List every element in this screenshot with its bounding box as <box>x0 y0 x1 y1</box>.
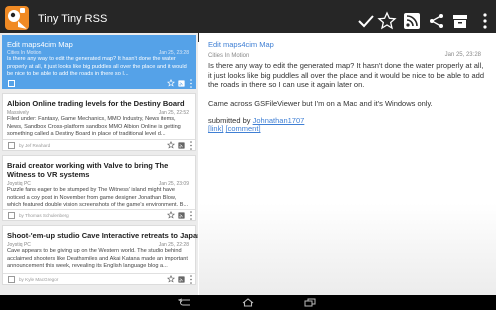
article-links: [link] [comment] <box>208 125 488 133</box>
article-card-title[interactable]: Albion Online trading levels for the Des… <box>7 99 185 108</box>
article-card-author: by Thomas Schulenberg <box>19 213 69 218</box>
article-view-footer <box>199 203 496 295</box>
overflow-menu-icon[interactable] <box>189 275 193 284</box>
star-outline-icon[interactable] <box>167 79 175 87</box>
card-divider <box>3 209 195 210</box>
recent-apps-icon[interactable] <box>303 298 317 307</box>
back-icon[interactable] <box>178 298 192 307</box>
article-link[interactable]: [link] <box>208 124 223 133</box>
article-card-title[interactable]: Edit maps4cim Map <box>7 40 73 49</box>
checkmark-icon[interactable] <box>356 11 376 31</box>
article-feed: Cities In Motion <box>208 53 250 59</box>
article-card-title[interactable]: Braid creator working with Valve to brin… <box>7 161 193 179</box>
ttrss-logo-icon[interactable] <box>4 5 30 31</box>
article-comment-link[interactable]: [comment] <box>226 124 261 133</box>
overflow-menu-icon[interactable] <box>189 211 193 220</box>
article-card[interactable]: Edit maps4cim Map Cities In Motion Jan 2… <box>2 35 196 89</box>
article-select-checkbox[interactable] <box>8 142 15 149</box>
article-paragraph: Came across GSFileViewer but I'm on a Ma… <box>208 98 433 108</box>
overflow-menu-icon[interactable] <box>189 79 193 88</box>
rss-icon[interactable] <box>178 142 185 149</box>
home-icon[interactable] <box>241 298 255 307</box>
rss-icon[interactable] <box>402 11 422 31</box>
article-card-excerpt: Is there any way to edit the generated m… <box>7 56 187 77</box>
article-card[interactable]: Albion Online trading levels for the Des… <box>2 93 196 151</box>
star-outline-icon[interactable] <box>167 211 175 219</box>
card-divider <box>3 139 195 140</box>
star-outline-icon[interactable] <box>377 11 397 31</box>
article-card-excerpt: Cave appears to be giving up on the West… <box>7 248 188 269</box>
system-nav-bar <box>0 295 496 310</box>
article-content: Is there any way to edit the generated m… <box>208 61 488 133</box>
article-card-excerpt: Filed under: Fantasy, Game Mechanics, MM… <box>7 116 181 137</box>
article-card-author: by Kyle MacGregor <box>19 277 59 282</box>
article-card-excerpt: Puzzle fans eager to be stumped by The W… <box>7 187 189 208</box>
article-list[interactable]: Edit maps4cim Map Cities In Motion Jan 2… <box>0 33 198 295</box>
overflow-menu-icon[interactable] <box>189 141 193 150</box>
card-divider <box>3 273 195 274</box>
article-card-title[interactable]: Shoot-'em-up studio Cave Interactive ret… <box>7 231 198 240</box>
article-card-author: by Jef Reahard <box>19 143 51 148</box>
rss-icon[interactable] <box>178 276 185 283</box>
article-card[interactable]: Shoot-'em-up studio Cave Interactive ret… <box>2 225 198 285</box>
rss-icon[interactable] <box>178 80 185 87</box>
article-title[interactable]: Edit maps4cim Map <box>208 40 274 49</box>
archive-icon[interactable] <box>450 11 470 31</box>
star-outline-icon[interactable] <box>167 275 175 283</box>
rss-icon[interactable] <box>178 212 185 219</box>
share-icon[interactable] <box>427 11 447 31</box>
app-title: Tiny Tiny RSS <box>38 13 108 25</box>
overflow-menu-icon[interactable] <box>475 11 495 31</box>
article-paragraph: Is there any way to edit the generated m… <box>208 61 485 90</box>
star-outline-icon[interactable] <box>167 141 175 149</box>
article-select-checkbox[interactable] <box>8 276 15 283</box>
article-date: Jan 25, 23:28 <box>444 52 481 58</box>
article-select-checkbox[interactable] <box>8 80 15 87</box>
article-select-checkbox[interactable] <box>8 212 15 219</box>
article-view: Edit maps4cim Map Jan 25, 23:28 Cities I… <box>199 33 496 295</box>
article-card[interactable]: Braid creator working with Valve to brin… <box>2 155 196 221</box>
